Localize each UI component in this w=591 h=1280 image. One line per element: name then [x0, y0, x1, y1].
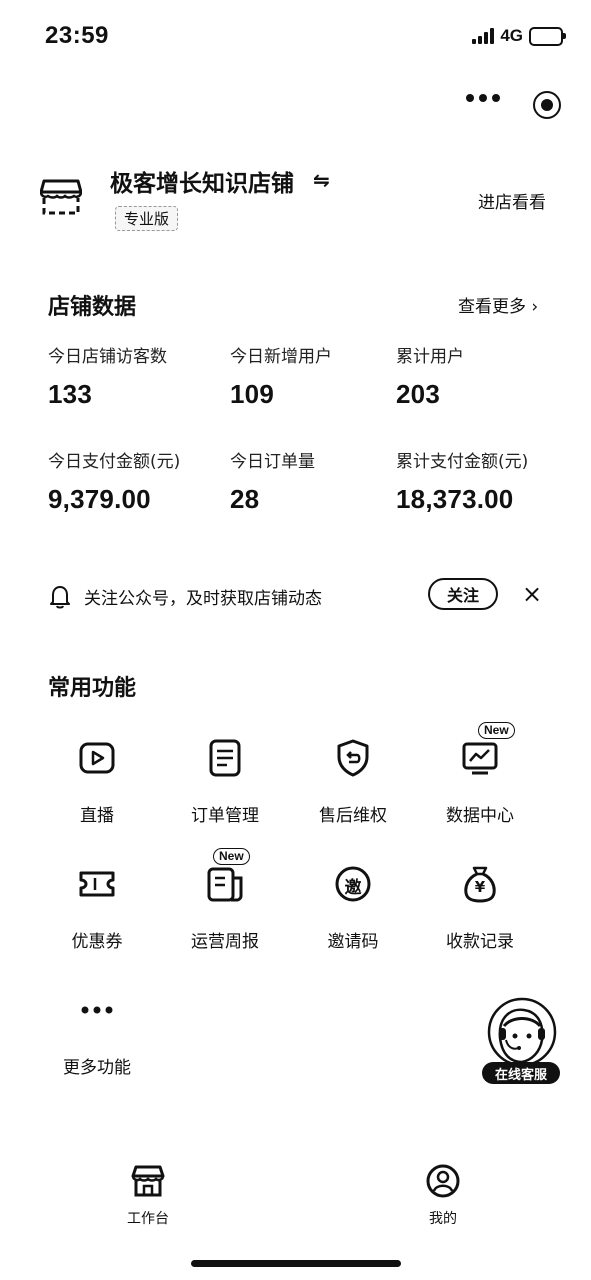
- close-miniprogram-icon[interactable]: [533, 91, 561, 119]
- tab-label: 工作台: [127, 1211, 169, 1227]
- metric-value: 109: [230, 379, 274, 409]
- visit-store-link[interactable]: 进店看看: [478, 188, 546, 213]
- function-more[interactable]: 更多功能: [42, 990, 152, 1078]
- metric-today-orders[interactable]: 今日订单量 28: [230, 447, 315, 515]
- metric-label: 今日支付金额(元): [48, 452, 181, 472]
- metric-label: 今日订单量: [230, 452, 315, 472]
- store-name: 极客增长知识店铺: [110, 171, 294, 197]
- tab-workbench[interactable]: 工作台: [103, 1164, 193, 1228]
- metric-label: 累计支付金额(元): [396, 452, 529, 472]
- payment-record-icon: ¥: [460, 864, 500, 904]
- online-service-label: 在线客服: [482, 1062, 560, 1084]
- metric-visitors[interactable]: 今日店铺访客数 133: [48, 342, 167, 410]
- function-label: 数据中心: [446, 806, 514, 826]
- metric-value: 18,373.00: [396, 484, 514, 514]
- metric-value: 203: [396, 379, 440, 409]
- metric-new-users[interactable]: 今日新增用户 109: [230, 342, 332, 410]
- close-notice-icon[interactable]: ×: [522, 582, 542, 606]
- new-badge: New: [213, 848, 250, 865]
- function-label: 收款记录: [446, 932, 514, 952]
- follow-button[interactable]: 关注: [428, 578, 498, 610]
- invite-code-icon: 邀: [333, 864, 373, 904]
- notice-text: 关注公众号，及时获取店铺动态: [84, 589, 322, 609]
- function-label: 运营周报: [191, 932, 259, 952]
- function-label: 直播: [80, 806, 114, 826]
- function-after-sale[interactable]: 售后维权: [298, 738, 408, 826]
- currency-glyph: ¥: [474, 878, 486, 896]
- tab-profile[interactable]: 我的: [398, 1164, 488, 1228]
- live-icon: [77, 738, 117, 778]
- metric-value: 28: [230, 484, 260, 514]
- function-weekly-report[interactable]: New 运营周报: [170, 848, 280, 952]
- function-invite-code[interactable]: 邀 邀请码: [298, 864, 408, 952]
- data-center-icon: New: [460, 722, 515, 778]
- metric-total-users[interactable]: 累计用户 203: [396, 342, 464, 410]
- weekly-report-icon: New: [205, 848, 250, 904]
- metric-label: 累计用户: [396, 347, 464, 367]
- store-data-title: 店铺数据: [48, 295, 137, 320]
- after-sale-icon: [333, 738, 373, 778]
- status-time: 23:59: [45, 22, 109, 49]
- battery-icon: [529, 26, 566, 46]
- function-coupon[interactable]: 优惠券: [42, 864, 152, 952]
- more-icon: [77, 990, 117, 1030]
- metric-value: 133: [48, 379, 92, 409]
- new-badge: New: [478, 722, 515, 739]
- functions-title: 常用功能: [48, 676, 137, 701]
- metric-label: 今日新增用户: [230, 347, 332, 367]
- metric-label: 今日店铺访客数: [48, 347, 167, 367]
- follow-button-label: 关注: [446, 586, 479, 605]
- function-data-center[interactable]: New 数据中心: [425, 722, 535, 826]
- see-more-link[interactable]: 查看更多 ›: [458, 292, 538, 317]
- function-live[interactable]: 直播: [42, 738, 152, 826]
- workbench-icon: [103, 1164, 193, 1202]
- tab-label: 我的: [429, 1211, 457, 1227]
- bell-icon: [48, 584, 72, 614]
- home-indicator: [191, 1260, 401, 1267]
- function-payment-records[interactable]: ¥ 收款记录: [425, 864, 535, 952]
- switch-store-icon[interactable]: ⇋: [313, 168, 330, 192]
- edition-badge: 专业版: [115, 206, 179, 231]
- more-options-icon[interactable]: [466, 94, 500, 102]
- metric-value: 9,379.00: [48, 484, 151, 514]
- function-label: 更多功能: [63, 1058, 131, 1078]
- metric-today-payment[interactable]: 今日支付金额(元) 9,379.00: [48, 447, 180, 515]
- coupon-icon: [77, 864, 117, 904]
- metric-total-payment[interactable]: 累计支付金额(元) 18,373.00: [396, 447, 528, 515]
- network-type: 4G: [500, 26, 523, 45]
- function-order-management[interactable]: 订单管理: [170, 738, 280, 826]
- invite-glyph: 邀: [344, 878, 362, 898]
- function-label: 售后维权: [319, 806, 387, 826]
- signal-icon: [472, 28, 495, 44]
- profile-icon: [398, 1164, 488, 1202]
- service-avatar-icon: [487, 997, 557, 1067]
- status-indicators: 4G: [472, 26, 566, 46]
- order-icon: [205, 738, 245, 778]
- function-label: 订单管理: [191, 806, 259, 826]
- online-service-button[interactable]: 在线客服: [482, 996, 560, 1084]
- function-label: 优惠券: [71, 932, 123, 952]
- function-label: 邀请码: [327, 932, 379, 952]
- store-icon: [39, 178, 83, 220]
